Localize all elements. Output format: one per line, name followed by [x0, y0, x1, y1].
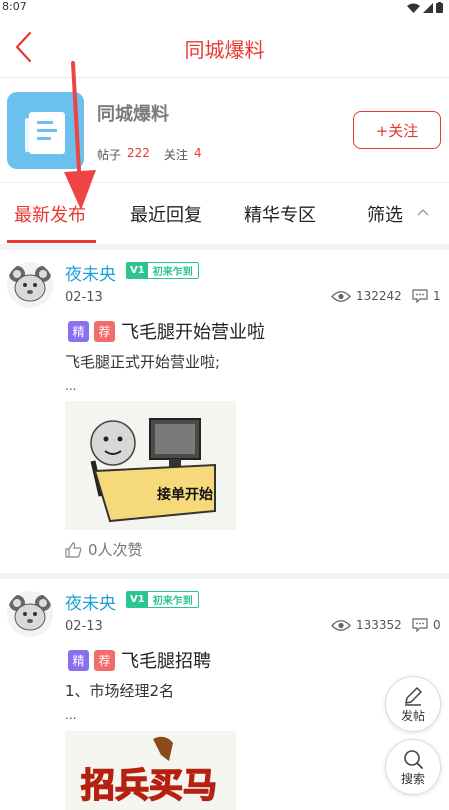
tab-active-indicator — [7, 240, 96, 243]
username[interactable]: 夜未央 — [65, 260, 116, 285]
comment-icon — [412, 289, 428, 303]
post-excerpt: 1、市场经理2名 — [65, 682, 175, 700]
avatar[interactable] — [7, 262, 53, 308]
status-bar: 8:07 — [0, 0, 449, 16]
follow-button[interactable]: +关注 — [353, 111, 441, 149]
post-image[interactable]: 招兵买马 — [65, 731, 236, 810]
post-excerpt: 飞毛腿正式开始营业啦; — [65, 353, 221, 371]
thumbs-up-icon — [65, 541, 82, 558]
page-title: 同城爆料 — [184, 38, 265, 62]
posts-label: 帖子 — [97, 148, 122, 162]
comment-count: 1 — [412, 289, 441, 303]
search-button[interactable]: 搜索 — [385, 739, 441, 795]
level-badge: V1 初来乍到 — [126, 591, 199, 608]
status-time: 8:07 — [2, 0, 27, 13]
tab-bar: 最新发布 最近回复 精华专区 筛选 — [0, 182, 449, 244]
post-ellipsis: ... — [65, 708, 77, 722]
forum-stats: 帖子 222 关注 4 — [97, 146, 210, 163]
search-icon — [404, 749, 423, 769]
featured-tag: 精 — [68, 320, 89, 342]
level-title: 初来乍到 — [152, 596, 193, 607]
tab-filter[interactable]: 筛选 — [367, 201, 403, 227]
post-title-row[interactable]: 精 荐 飞毛腿开始营业啦 — [68, 318, 265, 344]
like-row[interactable]: 0人次赞 — [65, 539, 143, 560]
wifi-icon — [407, 3, 420, 13]
view-count-value: 133352 — [356, 618, 402, 632]
tab-recent-replies[interactable]: 最近回复 — [130, 201, 202, 227]
forum-logo — [7, 92, 84, 169]
tab-latest[interactable]: 最新发布 — [14, 201, 86, 227]
level-title: 初来乍到 — [152, 267, 193, 278]
system-icons — [407, 2, 443, 13]
like-count: 0人次赞 — [88, 541, 143, 559]
post-image[interactable]: 接单开始 — [65, 401, 236, 530]
post-ellipsis: ... — [65, 379, 77, 393]
follow-count: 4 — [193, 146, 202, 160]
posts-count: 222 — [127, 146, 150, 160]
post-card[interactable]: 夜未央 V1 初来乍到 02-13 133352 0 精 荐 飞毛腿招聘 1、市… — [0, 579, 449, 810]
battery-icon — [436, 2, 443, 13]
pencil-icon — [405, 686, 422, 706]
mouse-avatar-icon — [9, 266, 51, 302]
avatar[interactable] — [7, 591, 53, 637]
featured-tag: 精 — [68, 649, 89, 671]
comment-count: 0 — [412, 618, 441, 632]
view-count: 132242 — [331, 289, 402, 303]
recruitment-image: 招兵买马 — [65, 731, 236, 810]
recommended-tag: 荐 — [94, 649, 115, 671]
meme-desk-image: 接单开始 — [65, 401, 236, 530]
nav-bar: 同城爆料 — [0, 18, 449, 78]
post-title[interactable]: 飞毛腿开始营业啦 — [121, 318, 265, 344]
search-label: 搜索 — [400, 771, 425, 786]
post-title-row[interactable]: 精 荐 飞毛腿招聘 — [68, 647, 211, 673]
view-count: 133352 — [331, 618, 402, 632]
level-code: V1 — [127, 263, 148, 278]
level-code: V1 — [127, 592, 148, 607]
eye-icon — [331, 290, 351, 302]
username[interactable]: 夜未央 — [65, 589, 116, 614]
tab-featured[interactable]: 精华专区 — [244, 201, 316, 227]
document-icon — [25, 112, 65, 154]
eye-icon — [331, 619, 351, 631]
new-post-button[interactable]: 发帖 — [385, 676, 441, 732]
comment-count-value: 0 — [433, 618, 441, 632]
comment-count-value: 1 — [433, 289, 441, 303]
post-card[interactable]: 夜未央 V1 初来乍到 02-13 132242 1 精 荐 飞毛腿开始营业啦 … — [0, 250, 449, 573]
view-count-value: 132242 — [356, 289, 402, 303]
mouse-avatar-icon — [9, 595, 51, 631]
post-title[interactable]: 飞毛腿招聘 — [121, 647, 211, 673]
recommended-tag: 荐 — [94, 320, 115, 342]
post-date: 02-13 — [65, 619, 103, 634]
image-caption: 招兵买马 — [81, 766, 217, 806]
comment-icon — [412, 618, 428, 632]
follow-label: 关注 — [163, 148, 188, 162]
post-date: 02-13 — [65, 290, 103, 305]
level-badge: V1 初来乍到 — [126, 262, 199, 279]
forum-name: 同城爆料 — [97, 104, 169, 125]
new-post-label: 发帖 — [400, 708, 425, 723]
forum-header: 同城爆料 帖子 222 关注 4 +关注 — [0, 80, 449, 180]
image-caption: 接单开始 — [157, 486, 213, 503]
signal-icon — [423, 2, 433, 13]
chevron-up-icon[interactable] — [416, 205, 430, 219]
